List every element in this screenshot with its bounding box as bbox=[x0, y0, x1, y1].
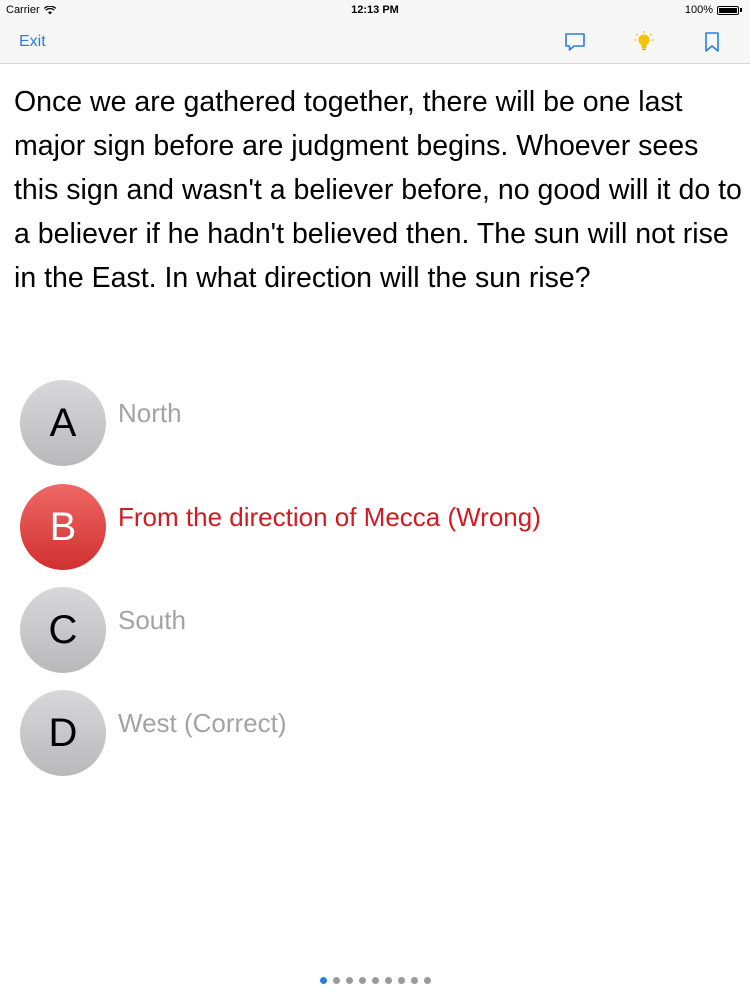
option-b[interactable]: B From the direction of Mecca (Wrong) bbox=[20, 484, 720, 570]
page-dot[interactable] bbox=[371, 977, 379, 984]
battery-percent: 100% bbox=[684, 4, 713, 16]
page-dot[interactable] bbox=[397, 977, 405, 984]
battery-tip bbox=[740, 8, 742, 12]
option-label[interactable]: From the direction of Mecca (Wrong) bbox=[118, 502, 541, 533]
option-c[interactable]: C South bbox=[20, 587, 720, 673]
page-dot[interactable] bbox=[358, 977, 366, 984]
option-label[interactable]: South bbox=[118, 605, 186, 636]
nav-bar: Exit bbox=[0, 20, 750, 64]
bookmark-icon[interactable] bbox=[700, 30, 724, 54]
lightbulb-icon[interactable] bbox=[632, 30, 656, 54]
option-letter-circle[interactable]: D bbox=[20, 690, 106, 776]
option-letter-circle[interactable]: C bbox=[20, 587, 106, 673]
status-bar: Carrier 12:13 PM 100% bbox=[0, 0, 750, 20]
status-right: 100% bbox=[685, 4, 742, 16]
option-label[interactable]: West (Correct) bbox=[118, 708, 287, 739]
battery-icon bbox=[717, 5, 739, 15]
option-letter-circle[interactable]: B bbox=[20, 484, 106, 570]
page-dot[interactable] bbox=[332, 977, 340, 984]
page-dot[interactable] bbox=[423, 977, 431, 984]
status-time: 12:13 PM bbox=[351, 4, 399, 16]
option-d[interactable]: D West (Correct) bbox=[20, 690, 720, 776]
option-label[interactable]: North bbox=[118, 398, 182, 429]
page-indicator[interactable] bbox=[0, 977, 750, 984]
option-letter-circle[interactable]: A bbox=[20, 380, 106, 466]
page-dot[interactable] bbox=[410, 977, 418, 984]
option-a[interactable]: A North bbox=[20, 380, 720, 466]
comment-icon[interactable] bbox=[563, 30, 587, 54]
page-dot[interactable] bbox=[319, 977, 327, 984]
page-dot[interactable] bbox=[345, 977, 353, 984]
exit-button[interactable]: Exit bbox=[19, 33, 46, 51]
page-dot[interactable] bbox=[384, 977, 392, 984]
question-text: Once we are gathered together, there wil… bbox=[14, 86, 742, 294]
